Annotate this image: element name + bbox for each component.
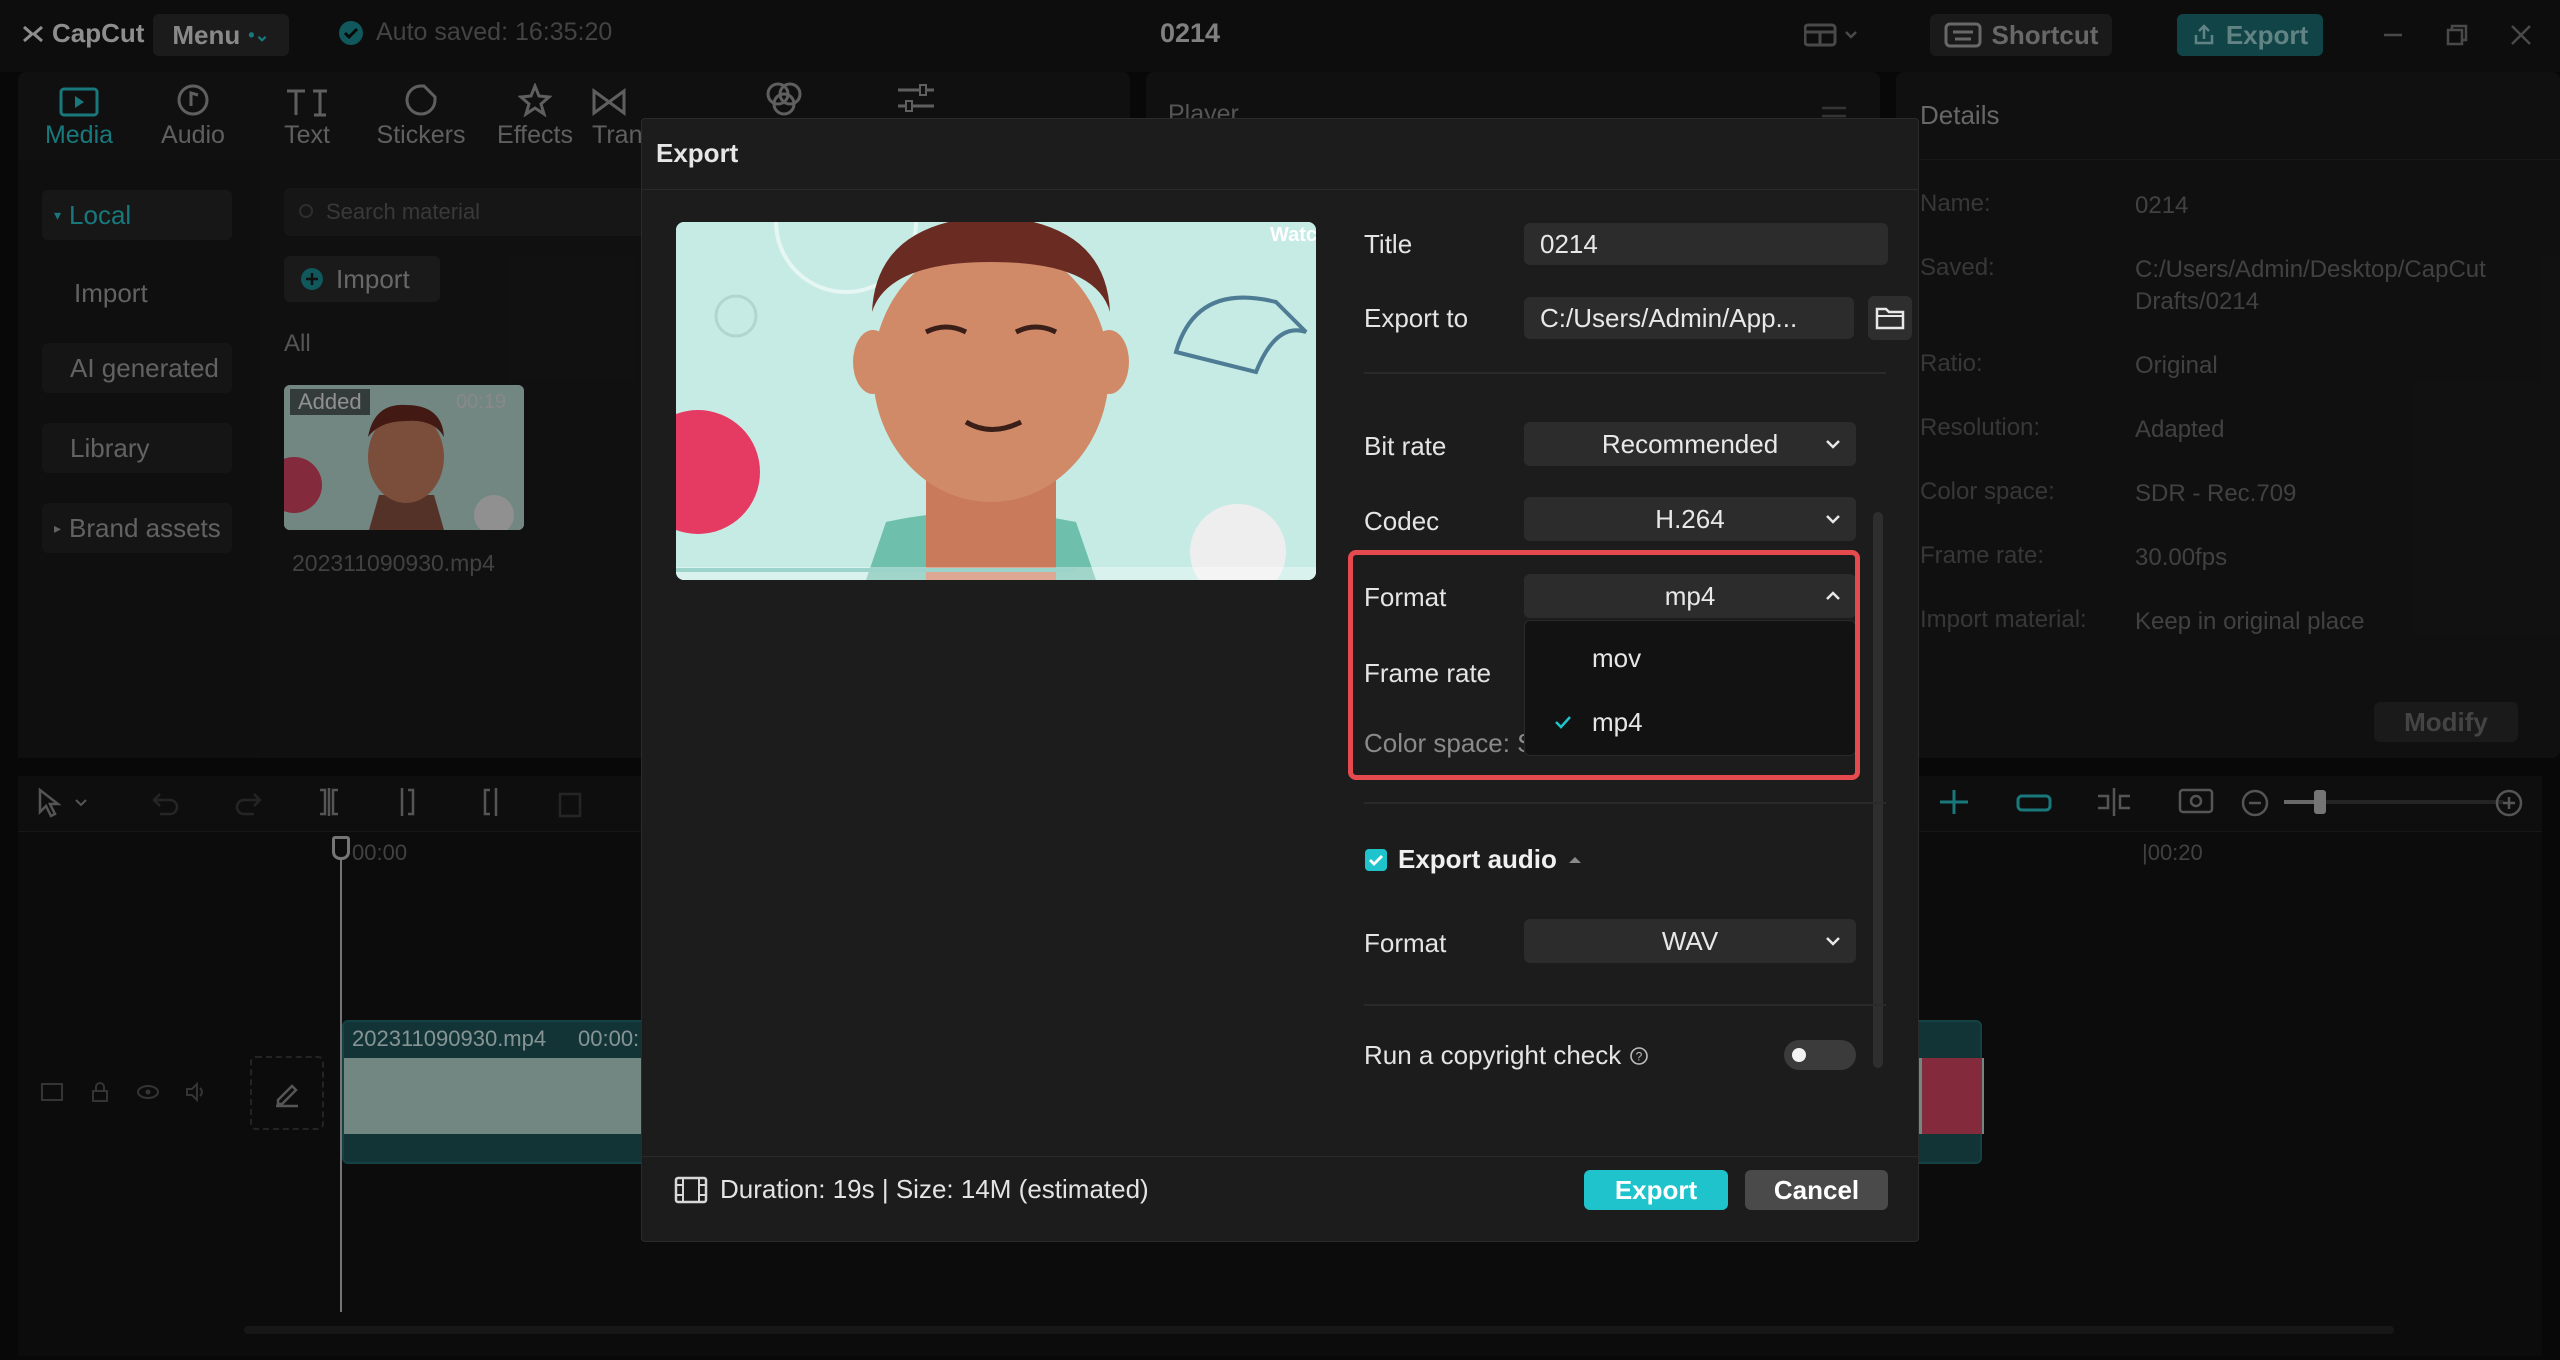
preview-image	[676, 222, 1316, 580]
copyright-check-row: Run a copyright check ?	[1364, 1040, 1649, 1071]
title-label: Title	[1364, 229, 1413, 259]
chevron-down-icon	[1826, 440, 1840, 449]
export-duration-info: Duration: 19s | Size: 14M (estimated)	[674, 1174, 1149, 1205]
section-divider	[1364, 802, 1886, 804]
help-icon[interactable]: ?	[1629, 1046, 1649, 1066]
chevron-down-icon	[1826, 515, 1840, 524]
export-dialog-header	[641, 118, 1919, 190]
section-divider	[1364, 1004, 1886, 1006]
film-icon	[674, 1176, 708, 1203]
copyright-label: Run a copyright check	[1364, 1040, 1622, 1070]
dialog-footer-divider	[641, 1156, 1919, 1157]
checkbox-checked-icon[interactable]	[1364, 848, 1388, 872]
export-dialog-title: Export	[656, 138, 739, 168]
folder-icon	[1875, 307, 1905, 330]
audio-format-value: WAV	[1661, 925, 1719, 956]
toggle-knob	[1792, 1048, 1806, 1062]
duration-text: Duration: 19s | Size: 14M (estimated)	[720, 1174, 1149, 1204]
copyright-toggle[interactable]	[1784, 1040, 1856, 1070]
svg-text:?: ?	[1636, 1049, 1643, 1063]
codec-label: Codec	[1364, 506, 1440, 536]
codec-value: H.264	[1655, 503, 1725, 534]
export-preview: Watc	[676, 222, 1316, 580]
audio-format-select[interactable]: WAV	[1524, 919, 1856, 963]
bitrate-select[interactable]: Recommended	[1524, 422, 1856, 466]
preview-watermark: Watc	[1270, 224, 1316, 246]
export-path-input[interactable]: C:/Users/Admin/App...	[1524, 297, 1854, 339]
export-audio-toggle[interactable]: Export audio	[1364, 844, 1583, 875]
export-to-label: Export to	[1364, 303, 1469, 333]
dialog-scrollbar[interactable]	[1873, 512, 1883, 1068]
cancel-button[interactable]: Cancel	[1745, 1170, 1888, 1210]
section-divider	[1364, 372, 1886, 374]
browse-folder-button[interactable]	[1868, 296, 1912, 340]
caret-up-icon[interactable]	[1567, 853, 1583, 867]
codec-select[interactable]: H.264	[1524, 497, 1856, 541]
chevron-down-icon	[1826, 937, 1840, 946]
title-input[interactable]: 0214	[1524, 223, 1888, 265]
export-button[interactable]: Export	[1584, 1170, 1728, 1210]
format-highlight-box	[1348, 550, 1860, 780]
bitrate-label: Bit rate	[1364, 431, 1447, 461]
audio-format-label: Format	[1364, 928, 1447, 958]
bitrate-value: Recommended	[1601, 428, 1779, 459]
export-audio-label: Export audio	[1398, 844, 1557, 874]
